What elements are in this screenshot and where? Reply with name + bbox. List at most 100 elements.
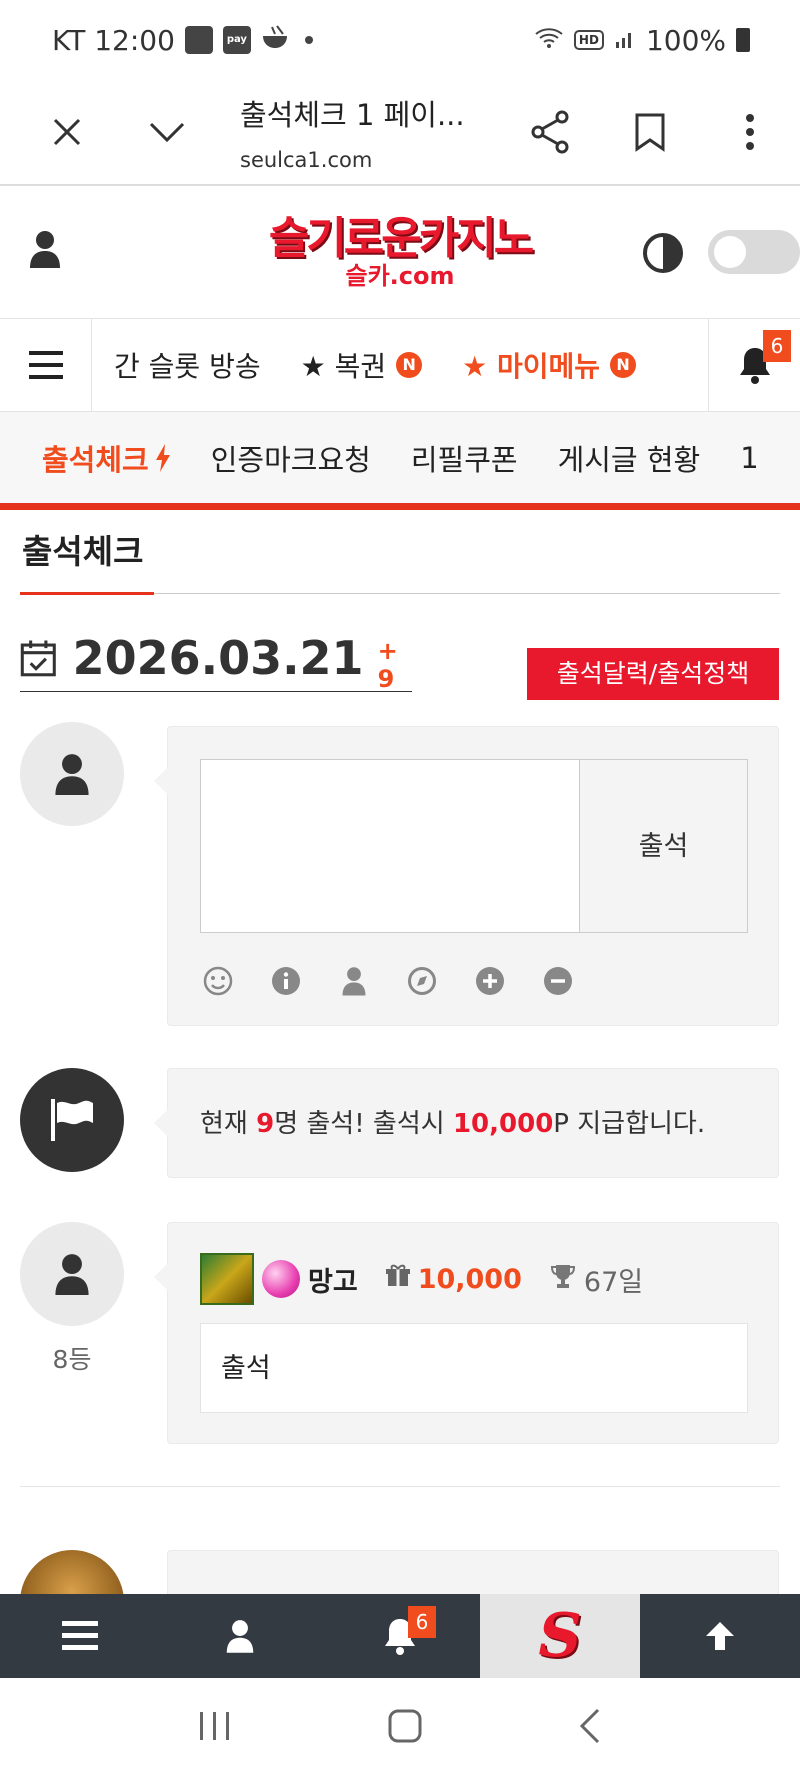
streak-days: 67일 (583, 1266, 644, 1298)
dark-mode-toggle[interactable] (708, 230, 800, 274)
share-button[interactable] (500, 79, 600, 185)
tab-certification-request[interactable]: 인증마크요청 (211, 437, 371, 479)
bottom-notifications-button[interactable]: 6 (320, 1594, 480, 1678)
list-item: 망고 10,000 67일 출석 (154, 1222, 779, 1444)
more-notifications-dot (304, 36, 313, 44)
nav-item-lottery[interactable]: ★ 복권 N (301, 345, 423, 385)
entry-meta: 망고 10,000 67일 (200, 1253, 643, 1305)
tab-label: 출석체크 (42, 442, 149, 477)
notifications-button[interactable]: 6 (708, 318, 800, 412)
site-s-logo: S (538, 1601, 582, 1671)
info-button[interactable] (268, 963, 304, 999)
page-title-bar: 출석체크 (20, 530, 780, 595)
share-icon (531, 110, 569, 154)
flag-icon (51, 1099, 93, 1141)
level-icon (200, 1253, 254, 1305)
collapse-button[interactable] (134, 79, 200, 185)
plus-circle-icon (476, 967, 504, 995)
add-button[interactable] (472, 963, 508, 999)
arrow-up-icon (706, 1622, 734, 1650)
divider (20, 1486, 780, 1487)
hd-icon: HD (573, 30, 604, 50)
user-account-button[interactable] (28, 230, 62, 272)
notice-prefix: 현재 (200, 1109, 257, 1139)
hamburger-icon (28, 351, 63, 379)
bowl-icon (261, 24, 289, 57)
nickname[interactable]: 망고 (308, 1260, 358, 1299)
notification-count-badge: 6 (763, 330, 791, 362)
entry-message: 출석 (200, 1323, 748, 1413)
nav-item-label: 간 슬롯 방송 (114, 350, 261, 383)
date-delta: + 9 (377, 636, 398, 693)
notification-count-badge: 6 (408, 1606, 436, 1638)
compass-button[interactable] (404, 963, 440, 999)
bookmark-button[interactable] (600, 79, 700, 185)
page-title-area[interactable]: 출석체크 1 페이... seulca1.com (200, 92, 500, 172)
remove-button[interactable] (540, 963, 576, 999)
site-header: 슬기로운카지노 슬카.com (0, 186, 800, 318)
bottom-home-logo-button[interactable]: S (480, 1594, 640, 1678)
bottom-app-nav: 6 S (0, 1594, 800, 1678)
avatar (20, 1222, 124, 1326)
system-nav-bar (0, 1678, 800, 1778)
user-tag-button[interactable] (336, 963, 372, 999)
info-icon (272, 967, 300, 995)
chevron-down-icon (149, 122, 185, 143)
note-icon (184, 26, 213, 54)
notice-middle: 명 출석! 출석시 (274, 1109, 453, 1139)
nav-item-my-menu[interactable]: ★ 마이메뉴 N (462, 345, 637, 385)
bookmark-icon (635, 113, 665, 152)
minus-circle-icon (544, 967, 572, 995)
home-button[interactable] (387, 1708, 423, 1748)
grade-orb-icon (262, 1260, 300, 1298)
attendee-count: 9 (256, 1109, 275, 1139)
nav-item-label: ★ 복권 (300, 350, 387, 383)
new-badge: N (396, 352, 423, 378)
trophy-icon (550, 1263, 576, 1296)
back-button[interactable] (578, 1708, 602, 1748)
menu-button[interactable] (0, 318, 92, 412)
more-options-button[interactable] (700, 79, 800, 185)
user-icon (30, 231, 60, 268)
browser-page-title: 출석체크 1 페이... (240, 98, 465, 132)
tab-more[interactable]: 1 (740, 441, 758, 475)
kebab-menu-icon (746, 114, 754, 150)
hamburger-icon (62, 1621, 98, 1650)
notice-avatar (20, 1068, 124, 1172)
tab-refill-coupon[interactable]: 리필쿠폰 (411, 437, 518, 479)
smile-icon (203, 966, 233, 996)
composer-toolbar (200, 963, 576, 999)
logo-main-text: 슬기로운카지노 (268, 213, 534, 264)
recent-apps-button[interactable] (198, 1710, 232, 1746)
bottom-user-button[interactable] (160, 1594, 320, 1678)
compass-icon (408, 967, 436, 995)
scroll-top-button[interactable] (640, 1594, 800, 1678)
signal-icon (614, 24, 636, 57)
contrast-button[interactable] (642, 232, 684, 278)
title-underline (20, 592, 154, 595)
nav-item-slot-broadcast[interactable]: 간 슬롯 방송 (114, 345, 261, 385)
bottom-menu-button[interactable] (0, 1594, 160, 1678)
home-icon (388, 1709, 422, 1743)
tab-attendance[interactable]: 출석체크 (42, 437, 171, 479)
close-tab-button[interactable] (0, 79, 134, 185)
new-badge: N (610, 352, 637, 378)
attend-submit-button[interactable]: 출석 (580, 759, 748, 933)
close-icon (53, 118, 81, 146)
attendance-composer: 출석 (154, 726, 779, 1026)
notice-suffix: P 지급합니다. (553, 1109, 706, 1139)
avatar (20, 722, 124, 826)
site-logo[interactable]: 슬기로운카지노 슬카.com (248, 214, 552, 294)
nav-item-label: ★ 마이메뉴 (462, 350, 601, 383)
primary-nav: 간 슬롯 방송 ★ 복권 N ★ 마이메뉴 N 6 (0, 318, 800, 412)
tab-post-status[interactable]: 게시글 현황 (558, 437, 701, 479)
comment-textarea[interactable] (200, 759, 580, 933)
attendance-date: 2026.03.21 (72, 630, 364, 685)
calendar-policy-button[interactable]: 출석달력/출석정책 (527, 648, 779, 700)
user-icon (226, 1620, 254, 1653)
browser-toolbar: 출석체크 1 페이... seulca1.com (0, 80, 800, 186)
contrast-icon (643, 233, 683, 273)
pay-icon: pay (222, 26, 251, 54)
emoji-button[interactable] (200, 963, 236, 999)
secondary-nav: 출석체크 인증마크요청 리필쿠폰 게시글 현황 1 (0, 412, 800, 510)
